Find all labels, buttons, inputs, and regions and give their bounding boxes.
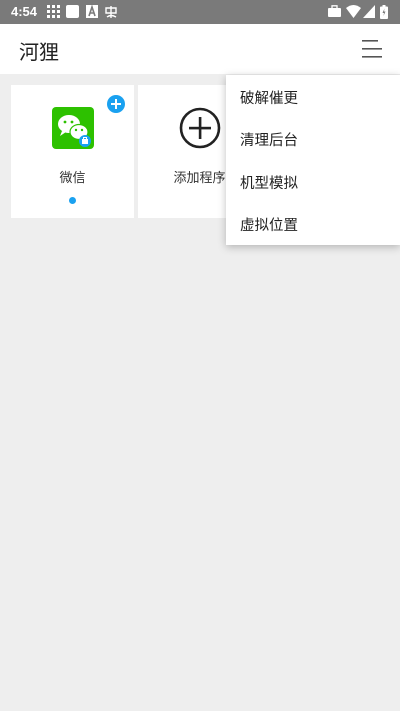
battery-icon — [380, 5, 388, 19]
app-label-wechat: 微信 — [59, 171, 86, 186]
app-card-wechat[interactable]: 微信 — [11, 85, 134, 218]
status-time: 4:54 — [11, 4, 38, 19]
app-title: 河狸 — [19, 40, 59, 64]
overflow-menu: 破解催更 清理后台 机型模拟 虚拟位置 — [226, 75, 400, 245]
menu-item-crack[interactable]: 破解催更 — [240, 87, 298, 108]
square-icon — [66, 5, 79, 18]
add-circle-icon — [179, 107, 221, 149]
wifi-icon — [346, 5, 361, 18]
status-bar: 4:54 — [0, 0, 400, 24]
grid-icon — [47, 5, 60, 18]
briefcase-icon — [328, 5, 341, 17]
char-icon — [105, 6, 117, 18]
signal-icon — [363, 5, 375, 18]
hamburger-menu-icon[interactable] — [360, 38, 384, 60]
add-badge-icon[interactable] — [107, 95, 125, 113]
wechat-icon — [52, 107, 94, 149]
menu-item-virtual-location[interactable]: 虚拟位置 — [240, 214, 298, 235]
font-icon — [86, 5, 98, 18]
menu-item-device-simulation[interactable]: 机型模拟 — [240, 172, 298, 193]
running-indicator-dot — [69, 197, 76, 204]
app-bar: 河狸 — [0, 24, 400, 74]
menu-item-clean-background[interactable]: 清理后台 — [240, 129, 298, 150]
